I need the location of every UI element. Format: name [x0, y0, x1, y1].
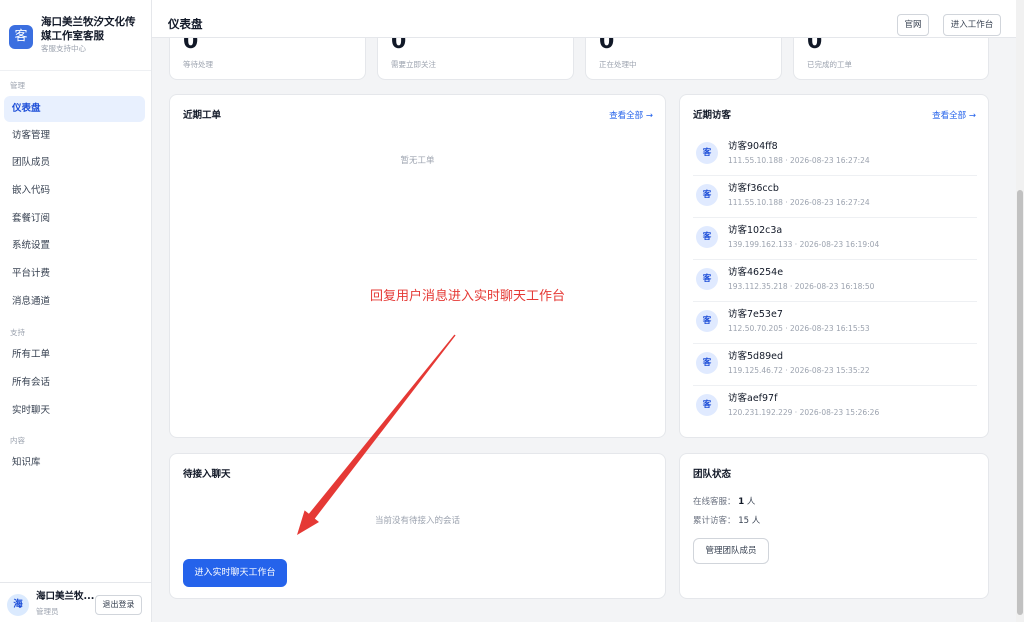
- scrollbar-thumb[interactable]: [1017, 190, 1023, 615]
- section-label-manage: 管理: [10, 81, 25, 90]
- avatar: 客: [696, 394, 718, 416]
- user-role: 管理员: [36, 607, 59, 616]
- pending-chats-card: 待接入聊天 当前没有待接入的会话 进入实时聊天工作台: [169, 453, 666, 599]
- avatar: 客: [696, 142, 718, 164]
- sidebar-item-subscription[interactable]: 套餐订阅: [4, 206, 145, 232]
- brand-title: 海口美兰牧汐文化传媒工作室客服: [41, 16, 136, 42]
- sidebar-item-live-chat[interactable]: 实时聊天: [4, 398, 145, 424]
- manage-team-button[interactable]: 管理团队成员: [693, 538, 769, 564]
- brand-logo: 客: [9, 25, 33, 49]
- online-agents-unit: 人: [746, 497, 756, 507]
- recent-visitors-card: 近期访客 查看全部 → 客 访客904ff8 111.55.10.188 · 2…: [679, 94, 989, 438]
- list-item[interactable]: 客 访客46254e 193.112.35.218 · 2026-08-23 1…: [693, 260, 977, 302]
- visitor-meta: 193.112.35.218 · 2026-08-23 16:18:50: [728, 282, 875, 291]
- visitor-name: 访客102c3a: [728, 225, 783, 236]
- stat-label: 需要立即关注: [391, 60, 436, 69]
- section-label-support: 支持: [10, 328, 25, 337]
- team-status-card: 团队状态 在线客服： 1 人 累计访客： 15 人 管理团队成员: [679, 453, 989, 599]
- recent-tickets-card: 近期工单 查看全部 → 暂无工单: [169, 94, 666, 438]
- logout-button[interactable]: 退出登录: [95, 595, 142, 615]
- total-visitors-line: 累计访客： 15 人: [693, 515, 760, 527]
- sidebar-item-settings[interactable]: 系统设置: [4, 233, 145, 259]
- sidebar-item-billing[interactable]: 平台计费: [4, 261, 145, 287]
- enter-live-chat-button[interactable]: 进入实时聊天工作台: [183, 559, 287, 587]
- visitor-meta: 112.50.70.205 · 2026-08-23 16:15:53: [728, 324, 870, 333]
- pending-chats-empty: 当前没有待接入的会话: [374, 516, 460, 526]
- recent-visitors-view-all-link[interactable]: 查看全部 →: [932, 110, 976, 122]
- visitor-name: 访客904ff8: [728, 141, 778, 152]
- brand-subtitle: 客服支持中心: [41, 44, 86, 53]
- sidebar-item-visitors[interactable]: 访客管理: [4, 123, 145, 149]
- visitor-name: 访客46254e: [728, 267, 784, 278]
- recent-tickets-title: 近期工单: [183, 110, 222, 121]
- section-label-content: 内容: [10, 436, 25, 445]
- user-name: 海口美兰牧...: [36, 591, 95, 602]
- sidebar-item-team[interactable]: 团队成员: [4, 150, 145, 176]
- sidebar: 客 海口美兰牧汐文化传媒工作室客服 客服支持中心 管理 仪表盘 访客管理 团队成…: [0, 0, 152, 622]
- recent-tickets-empty: 暂无工单: [400, 156, 435, 166]
- sidebar-item-knowledge-base[interactable]: 知识库: [4, 450, 145, 476]
- recent-tickets-view-all-link[interactable]: 查看全部 →: [609, 110, 653, 122]
- avatar: 客: [696, 352, 718, 374]
- annotation-text: 回复用户消息进入实时聊天工作台: [370, 289, 566, 304]
- sidebar-item-all-tickets[interactable]: 所有工单: [4, 342, 145, 368]
- avatar: 客: [696, 226, 718, 248]
- total-visitors-count: 15: [738, 516, 750, 526]
- avatar: 客: [696, 310, 718, 332]
- total-visitors-unit: 人: [751, 516, 761, 526]
- online-agents-line: 在线客服： 1 人: [693, 496, 755, 508]
- visitor-meta: 119.125.46.72 · 2026-08-23 15:35:22: [728, 366, 870, 375]
- online-agents-count: 1: [738, 497, 745, 507]
- pending-chats-title: 待接入聊天: [183, 469, 231, 480]
- sidebar-item-dashboard[interactable]: 仪表盘: [4, 96, 145, 122]
- visitor-name: 访客7e53e7: [728, 309, 783, 320]
- visitor-meta: 120.231.192.229 · 2026-08-23 15:26:26: [728, 408, 880, 417]
- sidebar-item-embed-code[interactable]: 嵌入代码: [4, 178, 145, 204]
- stat-label: 已完成的工单: [807, 60, 852, 69]
- website-button[interactable]: 官网: [897, 14, 929, 36]
- list-item[interactable]: 客 访客7e53e7 112.50.70.205 · 2026-08-23 16…: [693, 302, 977, 344]
- list-item[interactable]: 客 访客5d89ed 119.125.46.72 · 2026-08-23 15…: [693, 344, 977, 386]
- team-status-title: 团队状态: [693, 469, 732, 480]
- visitor-name: 访客5d89ed: [728, 351, 784, 362]
- recent-visitors-title: 近期访客: [693, 110, 732, 121]
- avatar: 客: [696, 184, 718, 206]
- stat-label: 正在处理中: [599, 60, 637, 69]
- list-item[interactable]: 客 访客f36ccb 111.55.10.188 · 2026-08-23 16…: [693, 176, 977, 218]
- enter-workspace-button[interactable]: 进入工作台: [943, 14, 1001, 36]
- visitor-meta: 111.55.10.188 · 2026-08-23 16:27:24: [728, 156, 870, 165]
- brand-divider: [0, 70, 151, 71]
- online-agents-label: 在线客服：: [693, 497, 736, 507]
- sidebar-item-channels[interactable]: 消息通道: [4, 289, 145, 315]
- visitor-name: 访客f36ccb: [728, 183, 779, 194]
- visitor-meta: 111.55.10.188 · 2026-08-23 16:27:24: [728, 198, 870, 207]
- list-item[interactable]: 客 访客904ff8 111.55.10.188 · 2026-08-23 16…: [693, 134, 977, 176]
- total-visitors-label: 累计访客：: [693, 516, 736, 526]
- scrollbar[interactable]: [1016, 0, 1024, 622]
- avatar: 客: [696, 268, 718, 290]
- visitor-name: 访客aef97f: [728, 393, 778, 404]
- list-item[interactable]: 客 访客aef97f 120.231.192.229 · 2026-08-23 …: [693, 386, 977, 428]
- user-divider: [0, 582, 151, 583]
- page-title: 仪表盘: [168, 17, 203, 31]
- avatar: 海: [7, 594, 29, 616]
- top-header: 仪表盘 官网 进入工作台: [152, 0, 1016, 38]
- stat-label: 等待处理: [183, 60, 213, 69]
- visitor-meta: 139.199.162.133 · 2026-08-23 16:19:04: [728, 240, 880, 249]
- list-item[interactable]: 客 访客102c3a 139.199.162.133 · 2026-08-23 …: [693, 218, 977, 260]
- visitor-list: 客 访客904ff8 111.55.10.188 · 2026-08-23 16…: [693, 134, 977, 428]
- sidebar-item-all-conversations[interactable]: 所有会话: [4, 370, 145, 396]
